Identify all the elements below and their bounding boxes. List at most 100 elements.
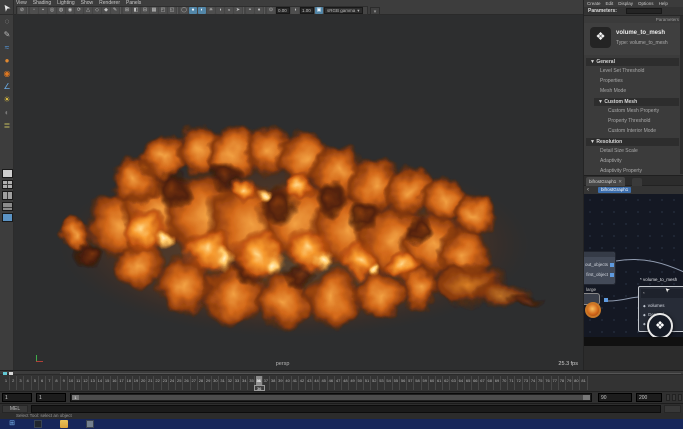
frame-tick-32[interactable]: 32 <box>227 376 234 390</box>
playback-start-field[interactable]: 1 <box>2 393 32 402</box>
animation-start-field[interactable]: 1 <box>36 393 66 402</box>
frame-tick-3[interactable]: 3 <box>17 376 25 390</box>
exposure-icon[interactable]: ⊙ <box>267 7 275 14</box>
edge-mode-icon[interactable]: ◇ <box>93 7 101 14</box>
param-mesh-mode[interactable]: Mesh Mode <box>584 86 681 96</box>
menu-create[interactable]: Create <box>587 0 601 6</box>
frame-tick-46[interactable]: 46 <box>328 376 335 390</box>
port-out-objects[interactable]: out_objects <box>585 262 614 267</box>
frame-tick-28[interactable]: 28 <box>198 376 205 390</box>
frame-tick-51[interactable]: 51 <box>364 376 371 390</box>
frame-tick-79[interactable]: 79 <box>566 376 574 390</box>
frame-tick-21[interactable]: 21 <box>147 376 155 390</box>
shadows-icon[interactable]: ◑ <box>216 7 224 14</box>
snap-grid-icon[interactable]: ◎ <box>48 7 56 14</box>
vertex-mode-icon[interactable]: △ <box>84 7 92 14</box>
frame-tick-58[interactable]: 58 <box>415 376 422 390</box>
param-detail-size-scale[interactable]: Detail Size Scale <box>584 146 681 156</box>
port-connector-icon[interactable] <box>610 272 614 277</box>
snap-point-icon[interactable]: ◉ <box>66 7 74 14</box>
script-output-box[interactable] <box>664 405 681 413</box>
bifrost-output-button[interactable]: ❖ <box>647 313 673 337</box>
node-graph-canvas[interactable]: out_objects first_object large * volume_… <box>584 194 683 337</box>
parameters-link[interactable]: Parameters <box>656 17 679 22</box>
frame-tick-72[interactable]: 72 <box>516 376 523 390</box>
frame-tick-23[interactable]: 23 <box>162 376 169 390</box>
frame-tick-26[interactable]: 26 <box>184 376 191 390</box>
frame-tick-54[interactable]: 54 <box>386 376 393 390</box>
textured-display-icon[interactable]: ◐ <box>198 7 206 14</box>
range-handle-right[interactable] <box>583 395 590 400</box>
port-connector-icon[interactable] <box>604 298 608 302</box>
frame-tick-67[interactable]: 67 <box>480 376 487 390</box>
taskbar-app-icon[interactable] <box>34 420 42 428</box>
section-resolution[interactable]: ▼ Resolution <box>586 138 679 146</box>
face-mode-icon[interactable]: ◆ <box>102 7 110 14</box>
frame-tick-75[interactable]: 75 <box>537 376 545 390</box>
param-property-threshold[interactable]: Property Threshold <box>584 116 681 126</box>
frame-tick-1[interactable]: 1 <box>3 376 10 390</box>
field-gamma[interactable]: 1.00 <box>300 7 314 14</box>
nurbs-circle-icon[interactable]: ◉ <box>0 67 14 80</box>
frame-tick-38[interactable]: 38 <box>270 376 278 390</box>
frame-tick-5[interactable]: 5 <box>32 376 39 390</box>
menu-display[interactable]: Display <box>618 0 633 6</box>
frame-tick-55[interactable]: 55 <box>393 376 400 390</box>
two-pane-side-icon[interactable]: ◧ <box>132 7 140 14</box>
frame-tick-77[interactable]: 77 <box>552 376 559 390</box>
param-level-set-threshold[interactable]: Level Set Threshold <box>584 66 681 76</box>
frame-tick-52[interactable]: 52 <box>371 376 379 390</box>
paint-select-icon[interactable]: ✎ <box>0 28 14 41</box>
playback-controls-clipped[interactable] <box>666 394 682 401</box>
frame-tick-76[interactable]: 76 <box>545 376 552 390</box>
frame-tick-42[interactable]: 42 <box>299 376 307 390</box>
motion-blur-icon[interactable]: ➤ <box>234 7 242 14</box>
windows-start-button[interactable]: ⊞ <box>8 420 16 428</box>
range-slider[interactable]: 1 <box>70 393 592 402</box>
frame-tick-12[interactable]: 12 <box>82 376 90 390</box>
isolate-select-icon[interactable]: ⊘ <box>18 7 26 14</box>
frame-tick-40[interactable]: 40 <box>285 376 292 390</box>
frame-tick-19[interactable]: 19 <box>133 376 140 390</box>
frame-tick-18[interactable]: 18 <box>126 376 133 390</box>
frame-tick-9[interactable]: 9 <box>61 376 68 390</box>
frame-tick-43[interactable]: 43 <box>306 376 314 390</box>
param-properties[interactable]: Properties <box>584 76 681 86</box>
small-pane-icon-2[interactable]: ▪ <box>39 7 47 14</box>
frame-tick-60[interactable]: 60 <box>429 376 436 390</box>
frame-tick-47[interactable]: 47 <box>335 376 343 390</box>
frame-tick-65[interactable]: 65 <box>465 376 473 390</box>
outliner-icon[interactable]: ≣ <box>0 119 14 132</box>
poly-sphere-icon[interactable]: ● <box>0 54 14 67</box>
lasso-select-icon[interactable]: ◌ <box>0 15 14 28</box>
frame-tick-70[interactable]: 70 <box>501 376 509 390</box>
menu-options[interactable]: Options <box>638 0 654 6</box>
frame-tick-69[interactable]: 69 <box>494 376 501 390</box>
frame-tick-62[interactable]: 62 <box>443 376 451 390</box>
frame-tick-66[interactable]: 66 <box>472 376 480 390</box>
pencil-icon[interactable]: ✎ <box>111 7 119 14</box>
wireframe-display-icon[interactable]: ◯ <box>180 7 188 14</box>
four-pane-layout-button[interactable] <box>1 180 13 189</box>
frame-tick-56[interactable]: 56 <box>400 376 408 390</box>
ambient-occlusion-icon[interactable]: ◒ <box>225 7 233 14</box>
frame-tick-53[interactable]: 53 <box>378 376 386 390</box>
frame-tick-11[interactable]: 11 <box>75 376 83 390</box>
menu-help[interactable]: Help <box>659 0 668 6</box>
active-layout-button[interactable] <box>1 213 13 222</box>
split-vertical-layout-button[interactable] <box>1 191 13 200</box>
toolbar-overflow-button[interactable]: ▾ <box>370 7 380 15</box>
frame-tick-71[interactable]: 71 <box>508 376 516 390</box>
back-arrow-icon[interactable]: ‹ <box>587 186 589 194</box>
frame-tick-73[interactable]: 73 <box>523 376 530 390</box>
breadcrumb-graph-chip[interactable]: bifrostGraph1 <box>598 187 632 193</box>
frame-tick-8[interactable]: 8 <box>54 376 61 390</box>
frame-tick-57[interactable]: 57 <box>407 376 415 390</box>
joints-display-icon[interactable]: ♦ <box>255 7 263 14</box>
small-pane-icon[interactable]: ▫ <box>30 7 38 14</box>
frame-tick-80[interactable]: 80 <box>573 376 581 390</box>
parameters-tab[interactable]: Parameters: <box>588 8 617 14</box>
port-first-object[interactable]: first_object <box>586 272 614 277</box>
section-custom-mesh[interactable]: ▼ Custom Mesh <box>594 98 679 106</box>
field-exposure[interactable]: 0.00 <box>276 7 290 14</box>
